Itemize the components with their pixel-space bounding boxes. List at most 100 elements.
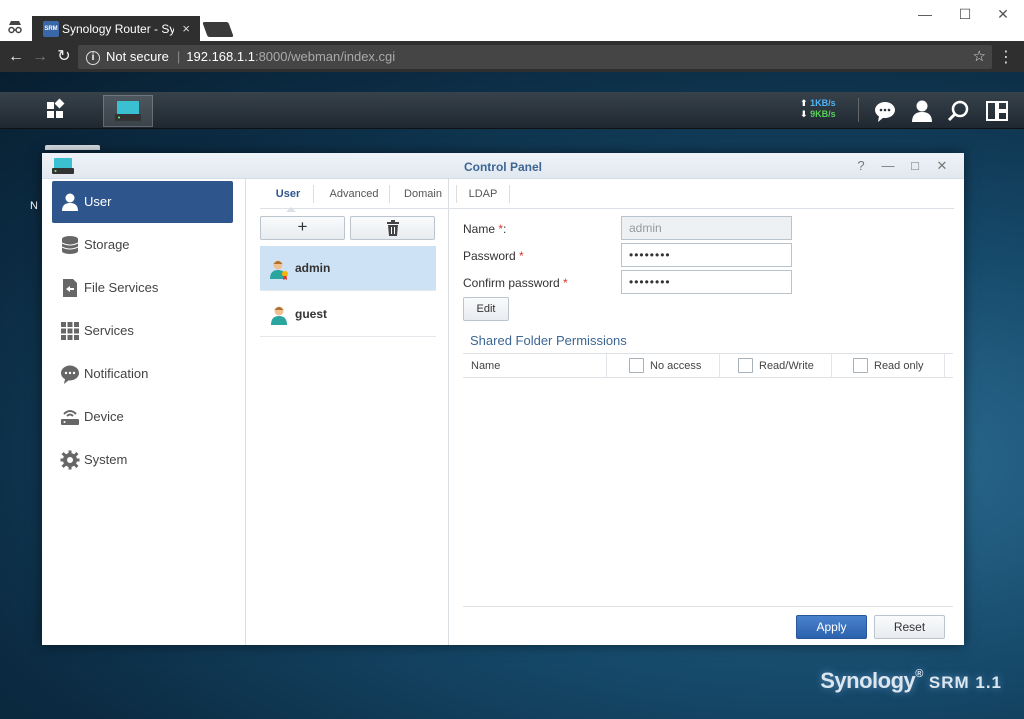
browser-tab-strip: SRM Synology Router - Synolo × — ☐ ✕	[0, 0, 1024, 41]
device-icon	[61, 410, 79, 425]
control-panel-window: Control Panel ? — □ ✕ User Storage File …	[42, 153, 964, 645]
window-title: Control Panel	[463, 160, 542, 174]
tab-strip: User Advanced Domain LDAP	[260, 179, 954, 212]
trash-icon	[386, 220, 399, 236]
search-icon[interactable]	[946, 98, 972, 124]
widgets-icon[interactable]	[984, 98, 1010, 124]
guest-user-icon	[271, 306, 287, 325]
sidebar-item-file-services[interactable]: File Services	[52, 267, 233, 309]
no-access-all-checkbox[interactable]	[629, 358, 644, 373]
tab-divider	[313, 185, 314, 203]
permissions-grid: Name No access Read/Write Read only	[463, 353, 953, 606]
sidebar-item-services[interactable]: Services	[52, 310, 233, 352]
address-bar[interactable]: i Not secure | 192.168.1.1:8000/webman/inde…	[78, 45, 992, 69]
column-read-write: Read/Write	[759, 360, 814, 372]
name-label: Name *:	[463, 222, 507, 236]
synology-srm-logo: Synology® SRM 1.1	[820, 668, 1002, 693]
notification-icon	[61, 365, 79, 384]
srm-taskbar: ⬆ 1KB/s ⬇ 9KB/s	[0, 92, 1024, 129]
chat-icon[interactable]	[872, 98, 898, 124]
sidebar-item-label: User	[84, 194, 112, 209]
incognito-icon	[8, 21, 22, 34]
add-user-button[interactable]: +	[260, 216, 345, 240]
user-row-guest[interactable]: guest	[260, 292, 436, 337]
browser-tab-title: Synology Router - Synolo	[62, 22, 174, 36]
reset-button[interactable]: Reset	[874, 615, 945, 639]
srm-desktop: ⬆ 1KB/s ⬇ 9KB/s N Synology® SRM 1.1 Cont…	[0, 72, 1024, 719]
user-account-icon[interactable]	[909, 98, 935, 124]
info-icon[interactable]: i	[86, 50, 100, 65]
tab-divider	[389, 185, 390, 203]
permissions-grid-header: Name No access Read/Write Read only	[463, 353, 953, 378]
sidebar-item-device[interactable]: Device	[52, 396, 233, 438]
delete-user-button[interactable]	[350, 216, 435, 240]
sidebar: User Storage File Services Services Noti…	[42, 179, 246, 645]
bookmark-star-icon[interactable]: ☆	[973, 45, 986, 69]
tab-ldap[interactable]: LDAP	[466, 188, 500, 200]
tab-user[interactable]: User	[274, 188, 302, 200]
srm-favicon-icon: SRM	[43, 21, 59, 37]
storage-icon	[61, 236, 79, 254]
password-label: Password *	[463, 249, 524, 263]
sidebar-item-label: Notification	[84, 366, 149, 381]
tab-advanced[interactable]: Advanced	[324, 188, 384, 200]
window-maximize-button[interactable]: □	[907, 158, 923, 174]
tab-divider	[456, 185, 457, 203]
main-menu-button[interactable]	[30, 95, 80, 127]
browser-tab[interactable]: SRM Synology Router - Synolo ×	[32, 16, 200, 41]
user-row-admin[interactable]: admin	[260, 246, 436, 291]
window-minimize-button[interactable]: —	[880, 158, 896, 174]
control-panel-taskbar-button[interactable]	[103, 95, 153, 127]
main-menu-icon	[47, 98, 65, 118]
sidebar-item-user[interactable]: User	[52, 181, 233, 223]
window-stub	[45, 145, 100, 150]
sidebar-item-notification[interactable]: Notification	[52, 353, 233, 395]
help-button[interactable]: ?	[853, 158, 869, 174]
control-panel-icon	[115, 101, 141, 121]
sidebar-item-label: Storage	[84, 237, 130, 252]
window-close-button[interactable]: ✕	[988, 4, 1018, 24]
user-name: guest	[295, 307, 328, 321]
forward-arrow-icon[interactable]: →	[30, 47, 50, 67]
read-only-all-checkbox[interactable]	[853, 358, 868, 373]
url-path: :8000/webman/index.cgi	[254, 49, 396, 64]
shared-folder-permissions-title: Shared Folder Permissions	[470, 333, 627, 348]
new-tab-button[interactable]	[202, 22, 234, 37]
column-no-access: No access	[650, 360, 702, 372]
desktop-label-fragment: N	[30, 200, 38, 212]
window-maximize-button[interactable]: ☐	[950, 4, 980, 24]
taskbar-divider	[858, 98, 859, 122]
confirm-password-label: Confirm password *	[463, 276, 568, 290]
column-read-only: Read only	[874, 360, 924, 372]
sidebar-item-label: File Services	[84, 280, 159, 295]
window-title-bar[interactable]: Control Panel ? — □ ✕	[42, 153, 964, 179]
password-field[interactable]: ••••••••	[621, 243, 792, 267]
url-host: 192.168.1.1	[186, 49, 255, 64]
column-name[interactable]: Name	[471, 360, 500, 372]
upload-speed: 1KB/s	[810, 98, 836, 108]
window-minimize-button[interactable]: —	[910, 4, 940, 24]
sidebar-item-storage[interactable]: Storage	[52, 224, 233, 266]
browser-toolbar: ← → ↻ i Not secure | 192.168.1.1:8000/webma…	[0, 41, 1024, 72]
read-write-all-checkbox[interactable]	[738, 358, 753, 373]
tab-domain[interactable]: Domain	[399, 188, 447, 200]
grid-bottom-border	[463, 606, 953, 607]
window-close-button[interactable]: ✕	[934, 158, 950, 174]
user-icon	[62, 193, 78, 211]
services-icon	[61, 322, 79, 340]
srm-version-label: SRM 1.1	[928, 673, 1002, 692]
sidebar-item-system[interactable]: System	[52, 439, 233, 481]
security-label: Not secure	[106, 49, 169, 64]
tab-close-icon[interactable]: ×	[182, 21, 190, 36]
edit-button[interactable]: Edit	[463, 297, 509, 321]
plus-icon: +	[297, 217, 308, 236]
browser-menu-icon[interactable]: ⋮	[998, 47, 1014, 67]
tab-divider	[509, 185, 510, 203]
confirm-password-field[interactable]: ••••••••	[621, 270, 792, 294]
reload-icon[interactable]: ↻	[54, 47, 74, 67]
apply-button[interactable]: Apply	[796, 615, 867, 639]
sidebar-item-label: Device	[84, 409, 124, 424]
user-name: admin	[295, 261, 331, 275]
name-field[interactable]: admin	[621, 216, 792, 240]
back-arrow-icon[interactable]: ←	[6, 47, 26, 67]
